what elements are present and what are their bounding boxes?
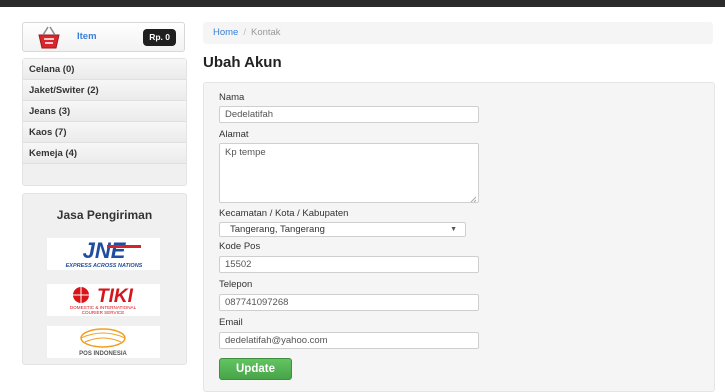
breadcrumb: Home / Kontak xyxy=(203,22,713,44)
update-button[interactable]: Update xyxy=(219,358,292,380)
kecamatan-label: Kecamatan / Kota / Kabupaten xyxy=(219,208,349,219)
svg-text:TIKI: TIKI xyxy=(97,286,134,307)
page-title: Ubah Akun xyxy=(203,54,282,71)
kodepos-label: Kode Pos xyxy=(219,241,261,252)
svg-text:POS INDONESIA: POS INDONESIA xyxy=(79,351,127,357)
cart-summary[interactable]: Item Rp. 0 xyxy=(22,22,185,52)
email-input[interactable] xyxy=(219,332,479,349)
cart-label[interactable]: Item xyxy=(77,31,97,42)
email-label: Email xyxy=(219,317,243,328)
nama-input[interactable] xyxy=(219,106,479,123)
resize-grip-icon[interactable] xyxy=(469,195,477,203)
svg-text:COURIER SERVICE: COURIER SERVICE xyxy=(82,310,125,315)
category-item-jaket[interactable]: Jaket/Switer (2) xyxy=(23,80,186,101)
category-list: Celana (0) Jaket/Switer (2) Jeans (3) Ka… xyxy=(22,58,187,186)
shipping-title: Jasa Pengiriman xyxy=(56,208,153,222)
pos-indonesia-logo: POS INDONESIA xyxy=(47,326,160,358)
category-item-kaos[interactable]: Kaos (7) xyxy=(23,122,186,143)
jne-logo: JNE EXPRESS ACROSS NATIONS xyxy=(47,238,160,270)
alamat-textarea[interactable]: Kp tempe xyxy=(219,143,479,203)
shopping-basket-icon xyxy=(38,26,60,49)
nama-label: Nama xyxy=(219,92,245,103)
shipping-panel: Jasa Pengiriman JNE EXPRESS ACROSS NATIO… xyxy=(22,193,187,365)
breadcrumb-current: Kontak xyxy=(250,27,281,38)
telepon-label: Telepon xyxy=(219,279,253,290)
svg-text:JNE: JNE xyxy=(83,238,127,263)
svg-text:EXPRESS ACROSS NATIONS: EXPRESS ACROSS NATIONS xyxy=(66,263,143,269)
cart-total-badge: Rp. 0 xyxy=(143,29,176,46)
category-item-celana[interactable]: Celana (0) xyxy=(23,59,186,80)
account-form: Nama Alamat Kp tempe Kecamatan / Kota / … xyxy=(203,82,715,392)
category-item-jeans[interactable]: Jeans (3) xyxy=(23,101,186,122)
telepon-input[interactable] xyxy=(219,294,479,311)
kecamatan-selected-value: Tangerang, Tangerang xyxy=(230,224,325,235)
dropdown-arrow-icon: ▼ xyxy=(450,226,457,233)
kodepos-input[interactable] xyxy=(219,256,479,273)
top-bar xyxy=(0,0,725,7)
alamat-label: Alamat xyxy=(219,129,249,140)
tiki-logo: TIKI DOMESTIC & INTERNATIONAL COURIER SE… xyxy=(47,284,160,316)
kecamatan-select[interactable]: Tangerang, Tangerang ▼ xyxy=(219,222,466,237)
breadcrumb-separator: / xyxy=(243,27,246,38)
category-item-kemeja[interactable]: Kemeja (4) xyxy=(23,143,186,164)
breadcrumb-home-link[interactable]: Home xyxy=(213,27,238,38)
